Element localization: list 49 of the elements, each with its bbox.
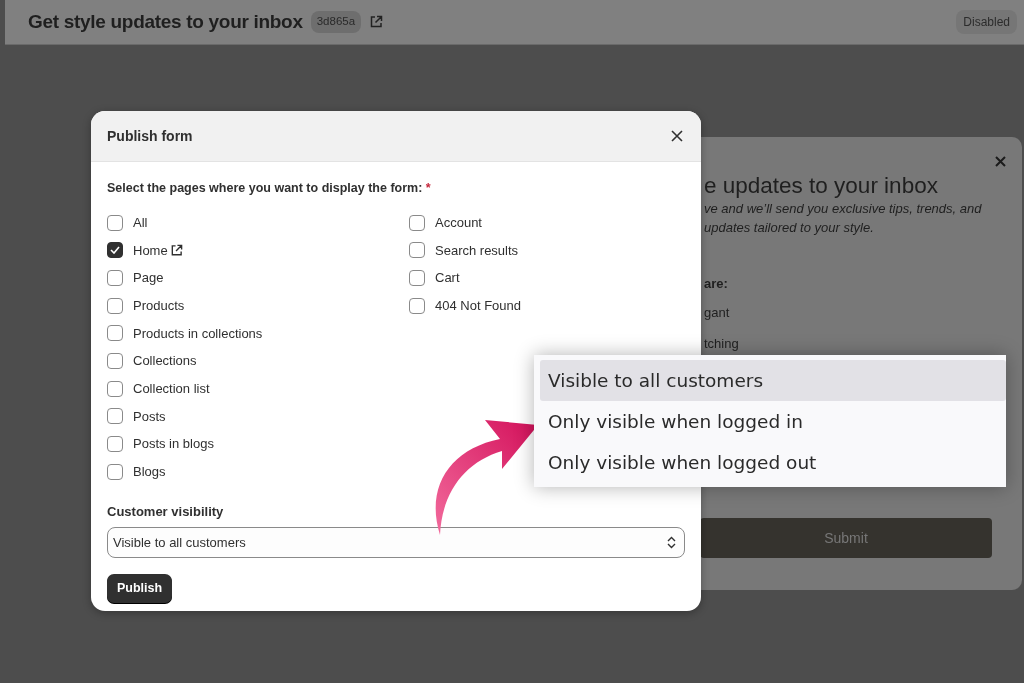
- pages-label: Select the pages where you want to display the form: *: [107, 180, 432, 197]
- checkbox-label: Collection list: [133, 379, 210, 398]
- dropdown-option[interactable]: Only visible when logged out: [540, 442, 1006, 483]
- checkbox[interactable]: [107, 380, 123, 397]
- checkbox[interactable]: [107, 297, 123, 314]
- chevron-icon: [667, 536, 676, 550]
- preview-text: ve and we’ll send you exclusive tips, trends, and: [704, 200, 982, 218]
- checkbox[interactable]: [409, 297, 425, 314]
- checkbox-label: Account: [435, 213, 482, 232]
- dropdown-option[interactable]: Only visible when logged in: [540, 401, 1006, 442]
- checkbox[interactable]: [409, 269, 425, 286]
- status-badge: Disabled: [956, 10, 1017, 34]
- external-link-icon[interactable]: [169, 243, 183, 257]
- checkbox[interactable]: [107, 463, 123, 480]
- checkbox-label: Page: [133, 269, 164, 288]
- checkbox-label: Cart: [435, 269, 460, 288]
- checkbox-label: All: [133, 213, 148, 232]
- checkbox[interactable]: [409, 242, 425, 259]
- checkbox[interactable]: [107, 325, 123, 342]
- checkbox-label: 404 Not Found: [435, 296, 521, 315]
- checkbox[interactable]: [107, 436, 123, 453]
- checkbox[interactable]: [107, 269, 123, 286]
- visibility-select[interactable]: Visible to all customers: [107, 527, 685, 559]
- checkbox-label: Products: [133, 296, 185, 315]
- publish-button[interactable]: Publish: [107, 574, 173, 603]
- dialog-title: Publish form: [107, 126, 193, 146]
- checkbox[interactable]: [107, 214, 123, 231]
- checkbox[interactable]: [107, 408, 123, 425]
- preview-question: are:: [704, 275, 728, 293]
- preview-text: updates tailored to your style.: [704, 219, 874, 237]
- close-icon[interactable]: [671, 130, 683, 142]
- checkbox-label: Posts in blogs: [133, 435, 214, 454]
- preview-option: gant: [704, 303, 730, 323]
- id-badge: 3d865a: [310, 11, 362, 33]
- checkbox-label: Blogs: [133, 463, 166, 482]
- preview-heading: e updates to your inbox: [704, 172, 938, 200]
- check-icon: [110, 246, 120, 255]
- checkbox[interactable]: [107, 242, 123, 259]
- checkbox-label: Collections: [133, 352, 197, 371]
- checkbox-label: Posts: [133, 407, 166, 426]
- dropdown-option[interactable]: Visible to all customers: [540, 360, 1006, 401]
- checkbox-label: Home: [133, 241, 168, 260]
- checkbox[interactable]: [409, 214, 425, 231]
- visibility-label: Customer visibility: [107, 502, 225, 521]
- checkbox-label: Products in collections: [133, 324, 263, 343]
- preview-option: tching: [704, 334, 739, 354]
- checkbox-label: Search results: [435, 241, 519, 260]
- page-title: Get style updates to your inbox: [28, 9, 303, 34]
- checkbox[interactable]: [107, 353, 123, 370]
